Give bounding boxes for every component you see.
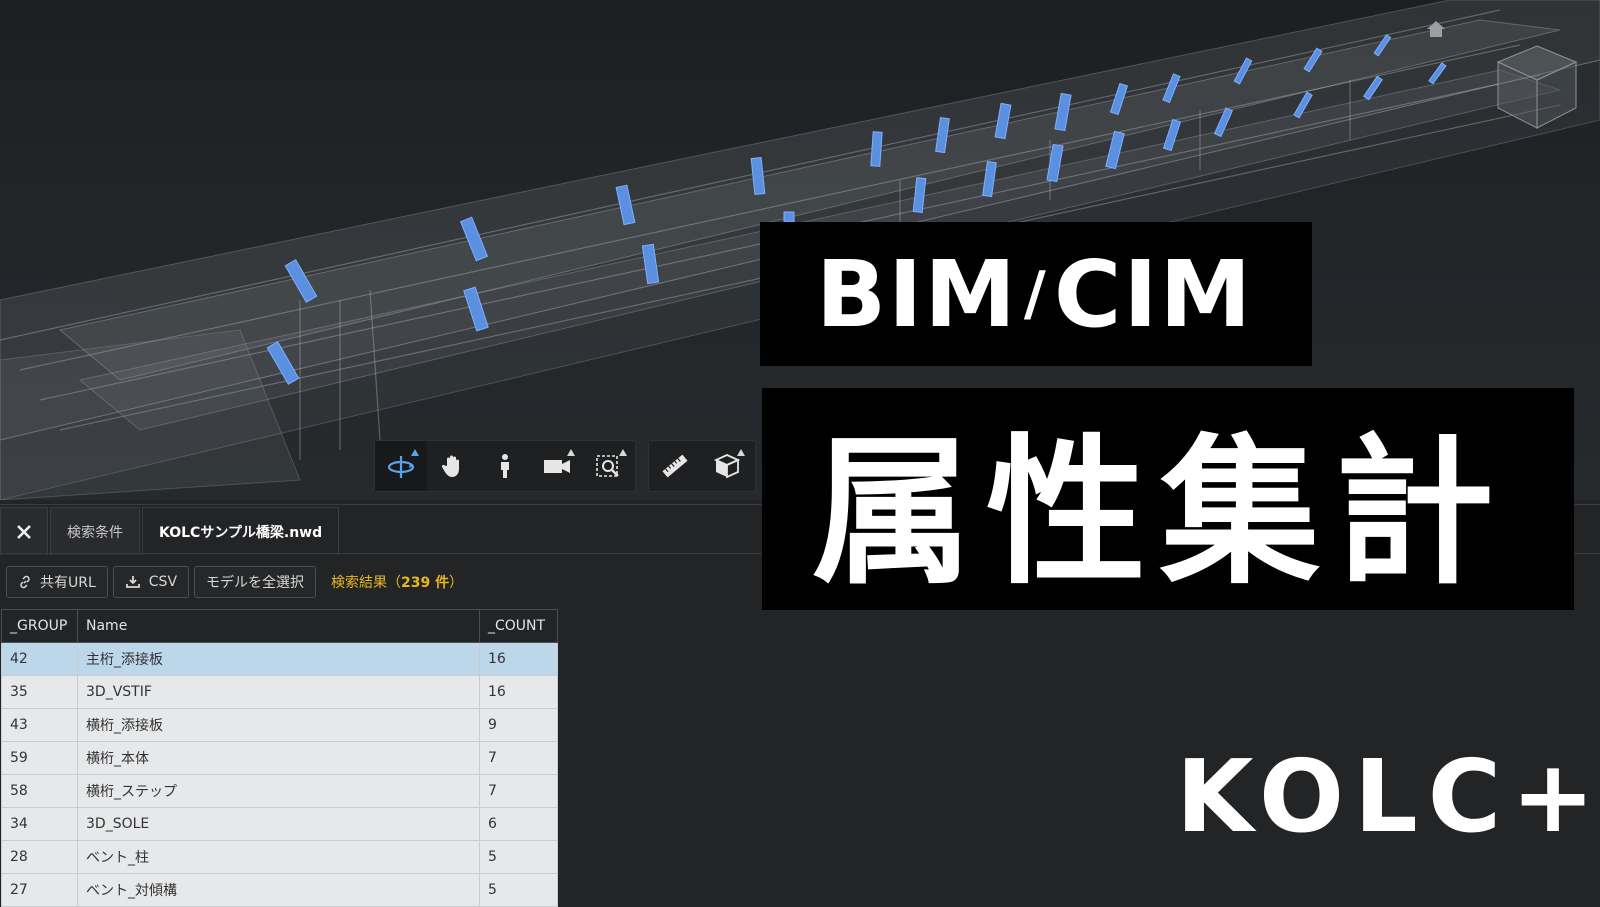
cell-name: ベント_対傾構 [77,873,480,907]
title-bim: BIM [816,240,1018,348]
cell-group: 34 [1,807,78,841]
tab-search-conditions-label: 検索条件 [67,524,123,541]
panel-tabs: 検索条件 KOLCサンプル橋梁.nwd [0,507,341,555]
table-row[interactable]: 43 横桁_添接板 9 [1,708,558,742]
table-row[interactable]: 27 ベント_対傾構 5 [1,873,558,907]
subtitle-banner: 属性集計 [762,388,1574,610]
table-row[interactable]: 35 3D_VSTIF 16 [1,675,558,709]
title-slash: / [1023,259,1048,329]
csv-label: CSV [148,574,178,590]
tab-file-label: KOLCサンプル橋梁.nwd [159,524,323,541]
cell-group: 43 [1,708,78,742]
cell-count: 7 [479,774,558,808]
zoom-window-button[interactable] [583,441,635,491]
cell-count: 6 [479,807,558,841]
pan-button[interactable] [427,441,479,491]
cell-group: 59 [1,741,78,775]
ruler-icon [662,454,688,478]
cell-count: 5 [479,840,558,874]
camera-button[interactable] [531,441,583,491]
cell-name: ベント_柱 [77,840,480,874]
cell-name: 横桁_ステップ [77,774,480,808]
navigation-toolbar [374,440,636,492]
result-suffix: ） [449,575,464,591]
camera-icon [544,460,570,473]
person-icon [501,454,509,478]
cell-group: 27 [1,873,78,907]
action-bar: 共有URL CSV モデルを全選択 検索結果（239 件） [6,566,463,598]
measure-button[interactable] [649,441,701,491]
cell-name: 横桁_添接板 [77,708,480,742]
select-all-label: モデルを全選択 [206,575,305,591]
cell-group: 42 [1,642,78,676]
share-url-button[interactable]: 共有URL [6,566,108,598]
view-cube[interactable] [1494,42,1580,138]
cell-count: 16 [479,675,558,709]
table-row[interactable]: 59 横桁_本体 7 [1,741,558,775]
close-icon [17,524,31,539]
cell-name: 主桁_添接板 [77,642,480,676]
cell-count: 9 [479,708,558,742]
cell-name: 3D_SOLE [77,807,480,841]
orbit-button[interactable] [375,441,427,491]
column-header-name[interactable]: Name [77,609,480,643]
close-panel-button[interactable] [0,507,48,555]
home-icon[interactable] [1425,18,1447,44]
cell-count: 5 [479,873,558,907]
table-row[interactable]: 42 主桁_添接板 16 [1,642,558,676]
tab-search-conditions[interactable]: 検索条件 [50,507,140,555]
cell-name: 横桁_本体 [77,741,480,775]
table-row[interactable]: 58 横桁_ステップ 7 [1,774,558,808]
result-summary: 検索結果（239 件） [331,572,463,592]
section-button[interactable] [701,441,753,491]
cell-count: 16 [479,642,558,676]
column-header-count[interactable]: _COUNT [479,609,558,643]
measure-toolbar [648,440,756,492]
table-header-row: _GROUP Name _COUNT [1,609,558,643]
table-row[interactable]: 28 ベント_柱 5 [1,840,558,874]
title-cim: CIM [1053,240,1254,348]
result-prefix: 検索結果（ [331,575,402,591]
hand-icon [441,455,459,477]
download-icon [125,576,140,588]
cell-group: 58 [1,774,78,808]
results-table: _GROUP Name _COUNT 42 主桁_添接板 16 35 3D_VS… [1,609,558,907]
walk-button[interactable] [479,441,531,491]
share-url-label: 共有URL [40,575,96,591]
cell-name: 3D_VSTIF [77,675,480,709]
link-icon [20,575,30,589]
column-header-group[interactable]: _GROUP [1,609,78,643]
cell-group: 35 [1,675,78,709]
tab-file[interactable]: KOLCサンプル橋梁.nwd [142,507,340,555]
cell-group: 28 [1,840,78,874]
cell-count: 7 [479,741,558,775]
subtitle-text: 属性集計 [812,419,1509,606]
csv-button[interactable]: CSV [112,566,190,598]
result-count: 239 件 [401,575,450,591]
brand-logo: KOLC+ [1176,738,1600,855]
title-banner: BIM / CIM [760,222,1312,366]
table-row[interactable]: 34 3D_SOLE 6 [1,807,558,841]
select-all-button[interactable]: モデルを全選択 [194,566,317,598]
